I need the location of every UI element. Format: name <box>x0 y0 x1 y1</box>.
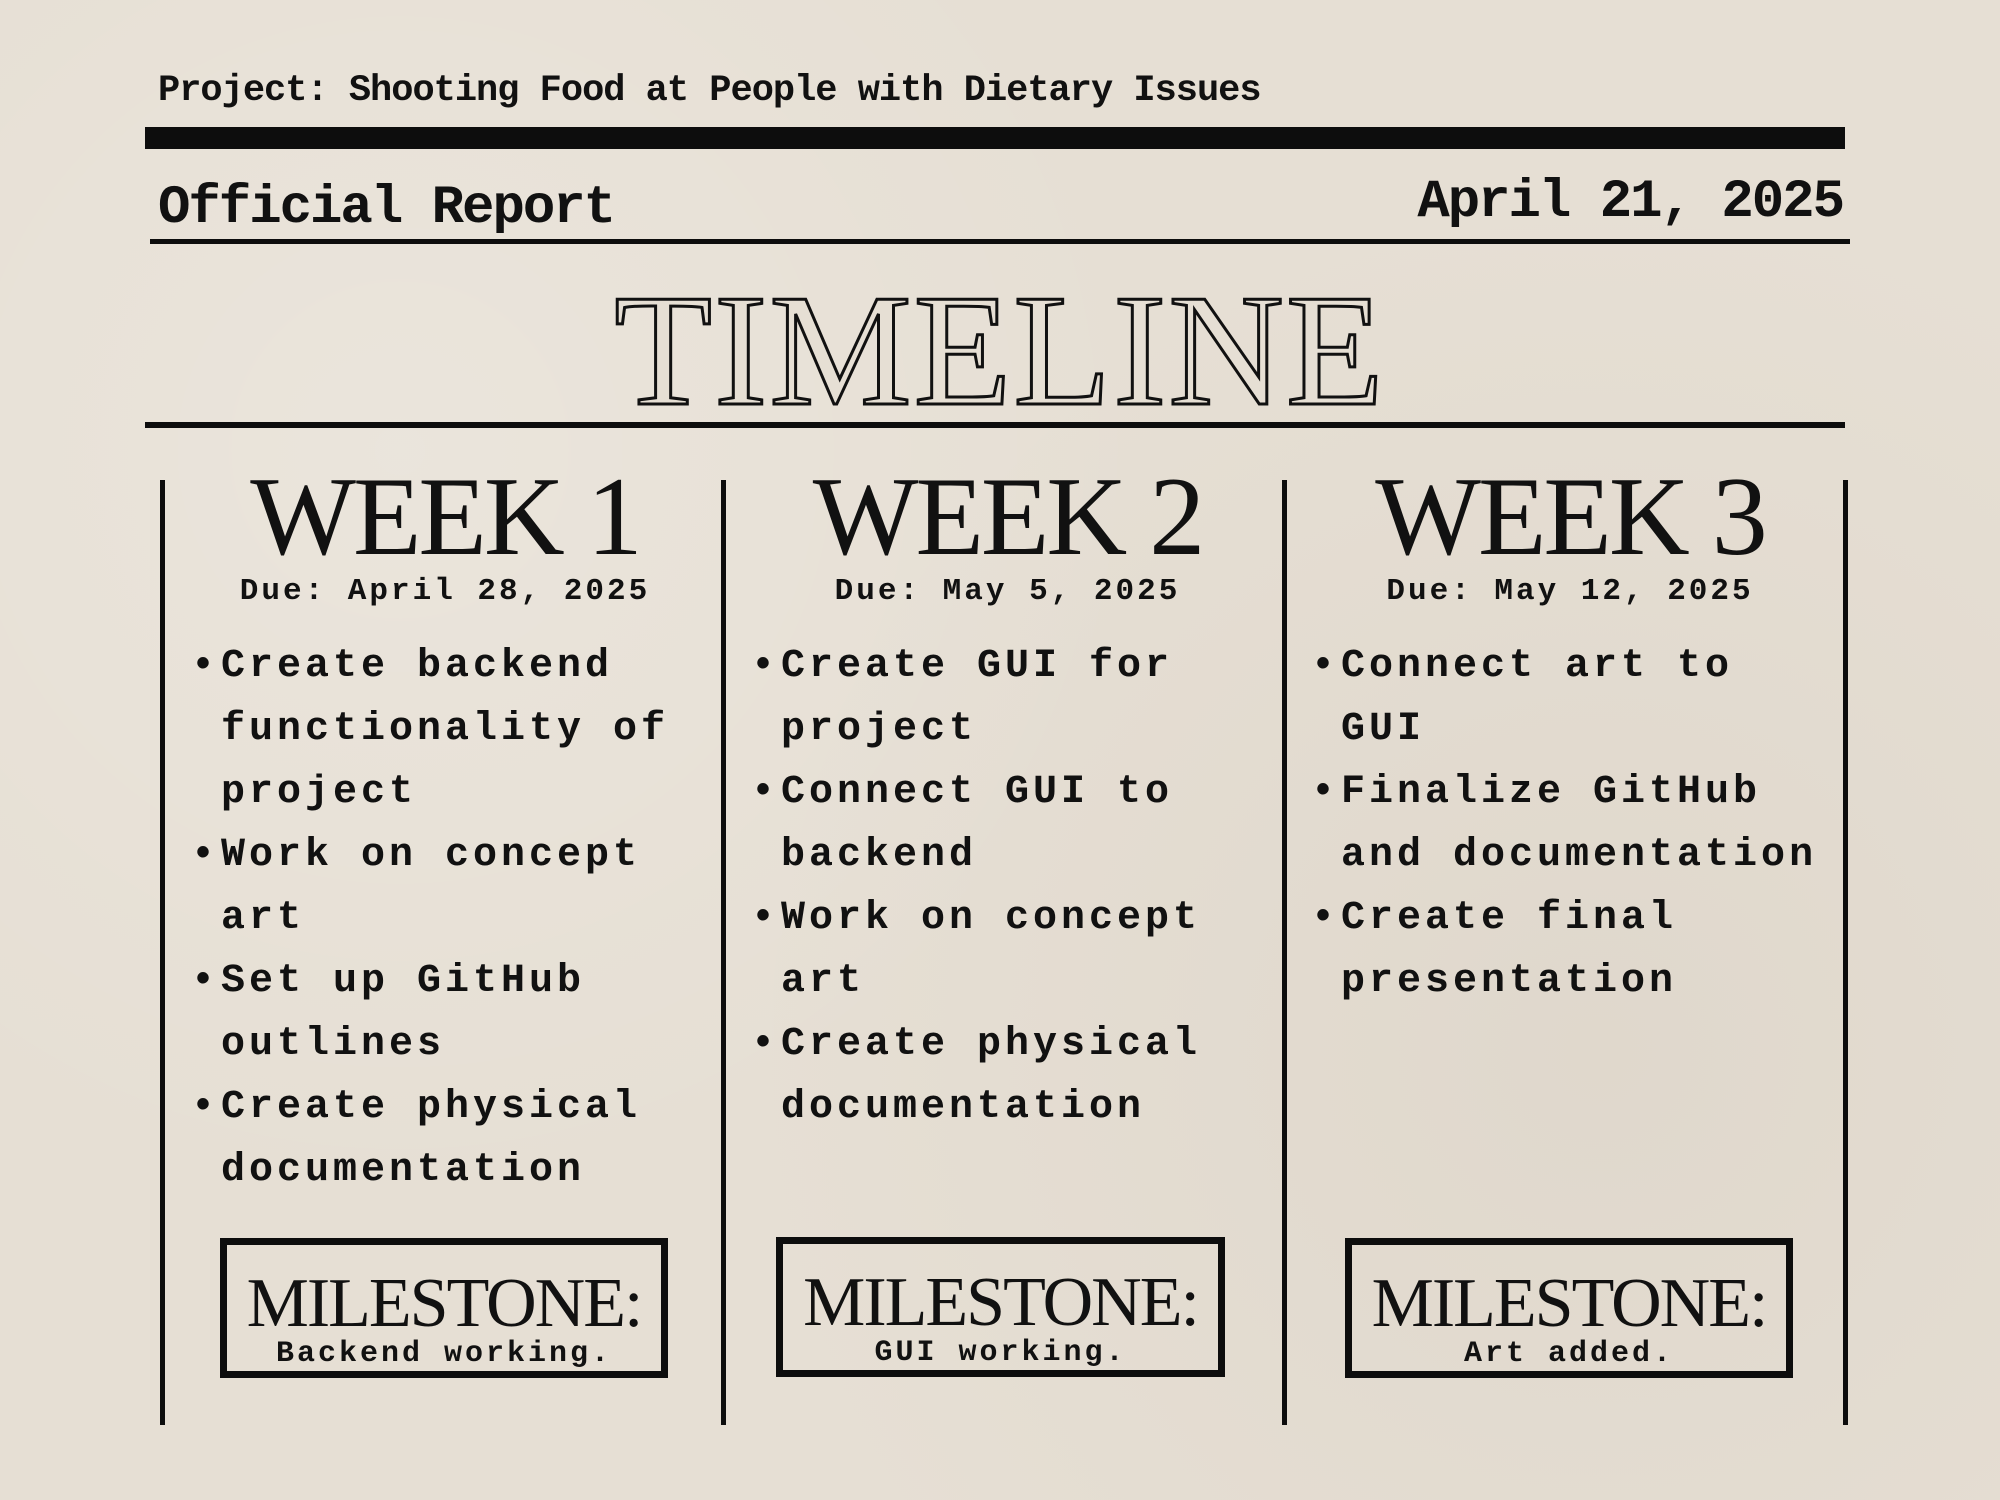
milestone-box: MILESTONE: Art added. <box>1345 1238 1793 1378</box>
title-divider <box>145 422 1845 428</box>
column-divider <box>1282 480 1287 1425</box>
week-due-date: Due: May 5, 2025 <box>834 574 1181 609</box>
task-item: Create GUI for project <box>745 635 1270 761</box>
column-divider <box>1843 480 1848 1425</box>
header-rule <box>145 127 1845 149</box>
task-list: Connect art to GUI Finalize GitHub and d… <box>1305 635 1835 1013</box>
week-title: WEEK 1 <box>250 455 642 579</box>
milestone-label: MILESTONE: <box>246 1265 644 1342</box>
task-item: Create physical documentation <box>745 1013 1270 1139</box>
milestone-box: MILESTONE: Backend working. <box>220 1238 668 1378</box>
milestone-label: MILESTONE: <box>803 1264 1200 1341</box>
task-list: Create GUI for project Connect GUI to ba… <box>745 635 1270 1139</box>
week-title: WEEK 2 <box>812 455 1205 579</box>
week-due-date: Due: April 28, 2025 <box>239 574 651 609</box>
report-date: April 21, 2025 <box>1417 172 1845 233</box>
project-name: Project: Shooting Food at People with Di… <box>158 70 1262 112</box>
milestone-label: MILESTONE: <box>1371 1265 1769 1342</box>
column-divider <box>721 480 726 1425</box>
column-divider <box>160 480 165 1425</box>
task-item: Create final presentation <box>1305 887 1835 1013</box>
week-due-date: Due: May 12, 2025 <box>1386 574 1754 609</box>
task-item: Work on concept art <box>745 887 1270 1013</box>
task-item: Work on concept art <box>185 824 705 950</box>
task-item: Connect art to GUI <box>1305 635 1835 761</box>
milestone-text: Art added. <box>1463 1337 1675 1371</box>
task-item: Create physical documentation <box>185 1076 705 1202</box>
task-item: Finalize GitHub and documentation <box>1305 761 1835 887</box>
task-item: Create backend functionality of project <box>185 635 705 824</box>
task-item: Connect GUI to backend <box>745 761 1270 887</box>
header-divider <box>150 239 1850 244</box>
timeline-report: Project: Shooting Food at People with Di… <box>0 0 2000 1500</box>
week-title: WEEK 3 <box>1375 455 1767 579</box>
milestone-box: MILESTONE: GUI working. <box>776 1237 1225 1377</box>
report-label: Official Report <box>158 178 616 239</box>
milestone-text: GUI working. <box>874 1336 1127 1370</box>
page-title: TIMELINE <box>613 261 1386 439</box>
task-item: Set up GitHub outlines <box>185 950 705 1076</box>
milestone-text: Backend working. <box>275 1337 613 1371</box>
task-list: Create backend functionality of project … <box>185 635 705 1202</box>
